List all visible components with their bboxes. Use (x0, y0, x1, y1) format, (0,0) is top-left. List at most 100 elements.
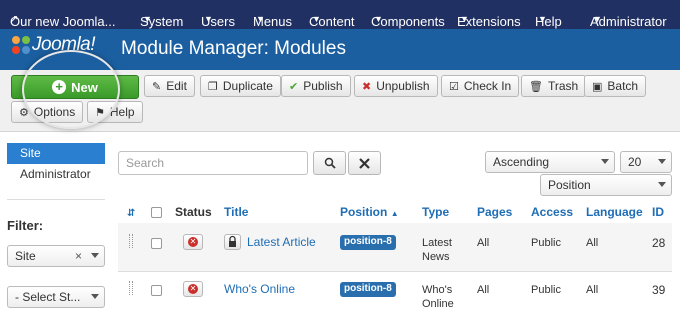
position-header-label: Position (340, 205, 388, 219)
edit-button-label: Edit (166, 79, 187, 93)
check-in-button-label: Check In (463, 79, 512, 93)
sidebar-nav: Site Administrator (7, 143, 105, 185)
new-button-label: New (71, 79, 98, 95)
search-input[interactable]: Search (118, 151, 308, 175)
chevron-down-icon (91, 294, 99, 299)
options-button[interactable]: ⚙ Options (11, 101, 84, 123)
status-toggle-button[interactable]: ✕ (183, 281, 203, 297)
limit-value: 20 (628, 155, 642, 169)
batch-icon: ▣ (592, 80, 603, 93)
sidebar-item-administrator[interactable]: Administrator (7, 164, 105, 185)
chevron-down-icon (658, 182, 666, 187)
drag-handle-icon[interactable] (129, 234, 133, 248)
close-icon (359, 157, 370, 169)
lock-icon (229, 235, 236, 247)
edit-button[interactable]: ✎ Edit (144, 75, 195, 97)
sort-arrows-icon: ⇵ (127, 208, 136, 219)
external-link-icon: ↗ (10, 14, 19, 25)
id-header[interactable]: ID (652, 205, 664, 219)
access-header[interactable]: Access (531, 205, 573, 219)
page-header: Joomla! Module Manager: Modules (0, 29, 680, 70)
checkbox-icon: ☑ (449, 80, 459, 93)
row-checkbox[interactable] (151, 285, 162, 296)
id-cell: 28 (652, 236, 666, 250)
position-header[interactable]: Position ▲ (340, 205, 399, 219)
unpublished-icon: ✕ (188, 284, 198, 294)
language-header[interactable]: Language (586, 205, 643, 219)
caret-down-icon: ▼ (256, 14, 265, 24)
position-badge: position-8 (340, 235, 396, 250)
publish-button-label: Publish (303, 79, 343, 93)
chevron-down-icon (601, 159, 609, 164)
unpublish-button-label: Unpublish (376, 79, 430, 93)
module-title-link[interactable]: Who's Online (224, 282, 295, 296)
pages-cell: All (477, 284, 490, 296)
checked-out-lock-button[interactable] (224, 234, 241, 250)
sort-by-select[interactable]: Position (540, 174, 672, 196)
state-filter-value: - Select St... (15, 290, 81, 304)
search-button[interactable] (313, 151, 346, 175)
module-title-link[interactable]: Latest Article (247, 235, 316, 249)
help-button[interactable]: ⚑ Help (87, 101, 143, 123)
duplicate-button-label: Duplicate (222, 79, 273, 93)
drag-handle-icon[interactable] (129, 281, 133, 295)
search-icon (324, 157, 336, 169)
chevron-down-icon (91, 253, 99, 258)
copy-icon: ❐ (208, 80, 218, 93)
access-cell: Public (531, 237, 561, 249)
id-cell: 39 (652, 283, 666, 297)
top-navbar: Our new Joomla... ↗ System ▼ Users ▼ Menus… (0, 0, 680, 29)
type-cell-line2: News (422, 251, 450, 263)
status-toggle-button[interactable]: ✕ (183, 234, 203, 250)
publish-button[interactable]: ✔ Publish (281, 75, 351, 97)
ordering-header[interactable]: ⇵ (127, 205, 135, 219)
language-cell: All (586, 284, 599, 296)
joomla-logo-text: Joomla! (32, 34, 96, 55)
batch-button-label: Batch (607, 79, 639, 93)
filter-label: Filter: (7, 218, 44, 233)
toolbar: + New ✎ Edit ❐ Duplicate ✔ Publish ✖ Unpubli… (0, 70, 680, 132)
limit-select[interactable]: 20 (620, 151, 672, 173)
status-header[interactable]: Status (175, 205, 212, 219)
position-badge: position-8 (340, 282, 396, 297)
unpublish-icon: ✖ (362, 80, 372, 93)
unpublish-button[interactable]: ✖ Unpublish (354, 75, 438, 97)
order-direction-value: Ascending (493, 155, 550, 169)
trash-icon: 🗑 (529, 80, 543, 93)
help-icon: ⚑ (95, 106, 105, 119)
check-icon: ✔ (289, 80, 299, 93)
trash-button[interactable]: 🗑 Trash (521, 75, 587, 97)
page-title: Module Manager: Modules (121, 38, 346, 59)
table-divider (118, 271, 672, 272)
sidebar-item-site[interactable]: Site (7, 143, 105, 164)
caret-down-icon: ▼ (143, 14, 152, 24)
duplicate-button[interactable]: ❐ Duplicate (200, 75, 281, 97)
state-filter-select[interactable]: - Select St... (7, 286, 105, 308)
clear-icon[interactable]: × (75, 249, 82, 263)
client-filter-select[interactable]: Site × (7, 245, 105, 267)
sidebar-divider (7, 199, 105, 200)
title-header[interactable]: Title (224, 205, 248, 219)
row-checkbox[interactable] (151, 238, 162, 249)
edit-icon: ✎ (152, 80, 162, 93)
new-button[interactable]: + New (11, 75, 139, 99)
access-cell: Public (531, 284, 561, 296)
caret-down-icon: ▼ (204, 14, 213, 24)
sort-by-value: Position (548, 178, 591, 192)
client-filter-value: Site (15, 249, 36, 263)
clear-search-button[interactable] (348, 151, 381, 175)
joomla-logo-icon (12, 36, 30, 54)
order-direction-select[interactable]: Ascending (485, 151, 615, 173)
batch-button[interactable]: ▣ Batch (584, 75, 647, 97)
check-in-button[interactable]: ☑ Check In (441, 75, 520, 97)
options-button-label: Options (33, 105, 76, 119)
caret-down-icon: ▼ (374, 14, 383, 24)
pages-header[interactable]: Pages (477, 205, 512, 219)
select-all-checkbox[interactable] (151, 207, 162, 218)
plus-icon: + (52, 80, 67, 94)
type-header[interactable]: Type (422, 205, 449, 219)
trash-button-label: Trash (547, 79, 579, 93)
type-cell-line1: Latest (422, 237, 452, 249)
caret-down-icon: ▼ (538, 14, 547, 24)
type-cell-line2: Online (422, 298, 454, 310)
